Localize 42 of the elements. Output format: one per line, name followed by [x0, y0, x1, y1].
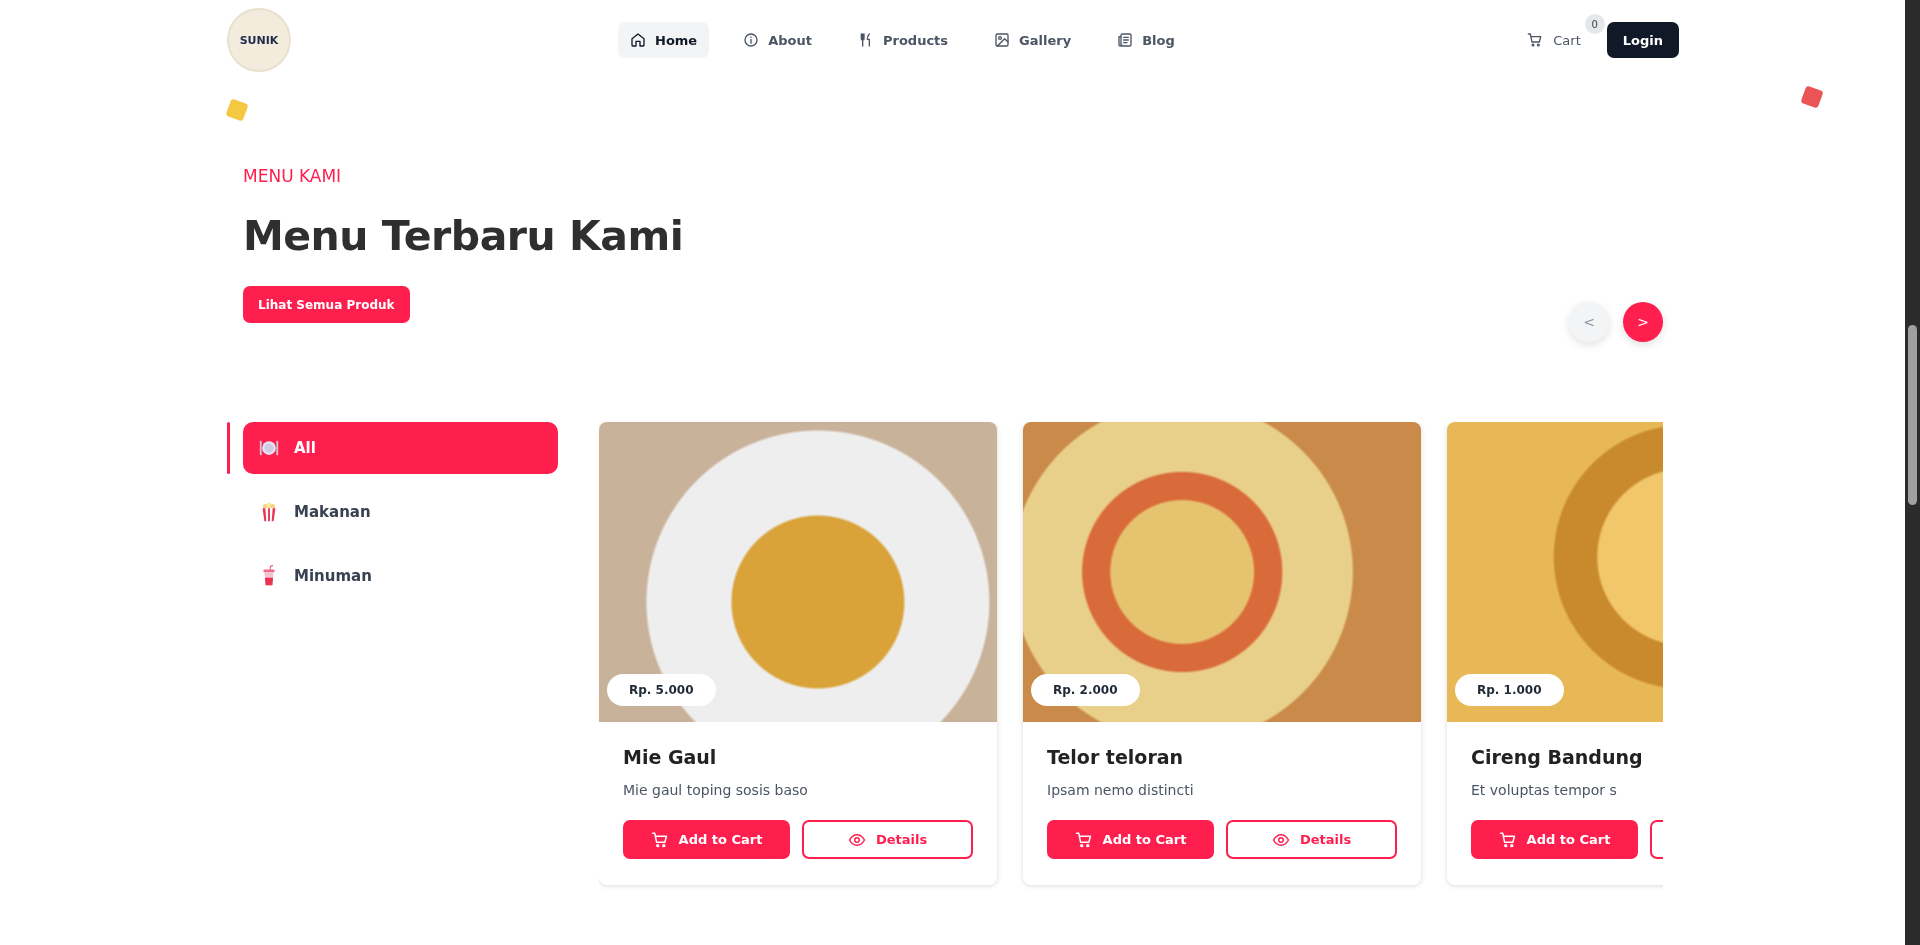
next-button[interactable]: >: [1623, 302, 1663, 342]
add-to-cart-button[interactable]: Add to Cart: [1471, 820, 1638, 859]
product-name: Telor teloran: [1047, 746, 1185, 768]
price-badge: Rp. 2.000: [1031, 674, 1140, 706]
nav-link[interactable]: Blog: [1105, 22, 1187, 58]
logo-text: SUNIK: [239, 33, 279, 47]
add-to-cart-button[interactable]: Add to Cart: [1047, 820, 1214, 859]
details-button[interactable]: Details: [1226, 820, 1397, 859]
section-eyebrow: MENU KAMI: [243, 166, 343, 186]
nav-link[interactable]: Home: [618, 22, 710, 58]
nav-link[interactable]: Gallery: [982, 22, 1084, 58]
add-to-cart-button[interactable]: Add to Cart: [623, 820, 790, 859]
cart-icon: [1527, 32, 1544, 48]
cart-icon: [1498, 830, 1517, 849]
decorative-shape: [225, 98, 249, 122]
price-badge: Rp. 5.000: [607, 674, 716, 706]
category-item[interactable]: Makanan: [243, 486, 558, 538]
image-icon: [994, 32, 1011, 48]
product-name: Mie Gaul: [623, 746, 718, 768]
active-indicator: [227, 422, 230, 474]
view-all-button[interactable]: Lihat Semua Produk: [243, 286, 410, 323]
newspaper-icon: [1117, 32, 1134, 48]
product-name: Cireng Bandung: [1471, 746, 1644, 768]
section-title: Menu Terbaru Kami: [243, 212, 684, 260]
nav-link[interactable]: Products: [845, 22, 961, 58]
cart-count-badge: 0: [1584, 14, 1605, 34]
login-button[interactable]: Login: [1606, 22, 1679, 58]
category-item[interactable]: Minuman: [243, 550, 558, 602]
logo[interactable]: SUNIK: [227, 8, 291, 72]
price-badge: Rp. 1.000: [1455, 674, 1564, 706]
product-description: Et voluptas tempor s: [1471, 782, 1618, 798]
details-button[interactable]: Details: [802, 820, 973, 859]
cart-icon: [1074, 830, 1093, 849]
cart-link[interactable]: Cart: [1527, 32, 1585, 48]
nav-link[interactable]: About: [731, 22, 824, 58]
scrollbar[interactable]: [1905, 0, 1920, 945]
product-description: Ipsam nemo distincti: [1047, 782, 1195, 798]
cart-icon: [650, 830, 669, 849]
decorative-shape: [1800, 85, 1824, 109]
home-icon: [630, 32, 646, 48]
product-description: Mie gaul toping sosis baso: [623, 782, 809, 798]
info-icon: [743, 32, 760, 48]
